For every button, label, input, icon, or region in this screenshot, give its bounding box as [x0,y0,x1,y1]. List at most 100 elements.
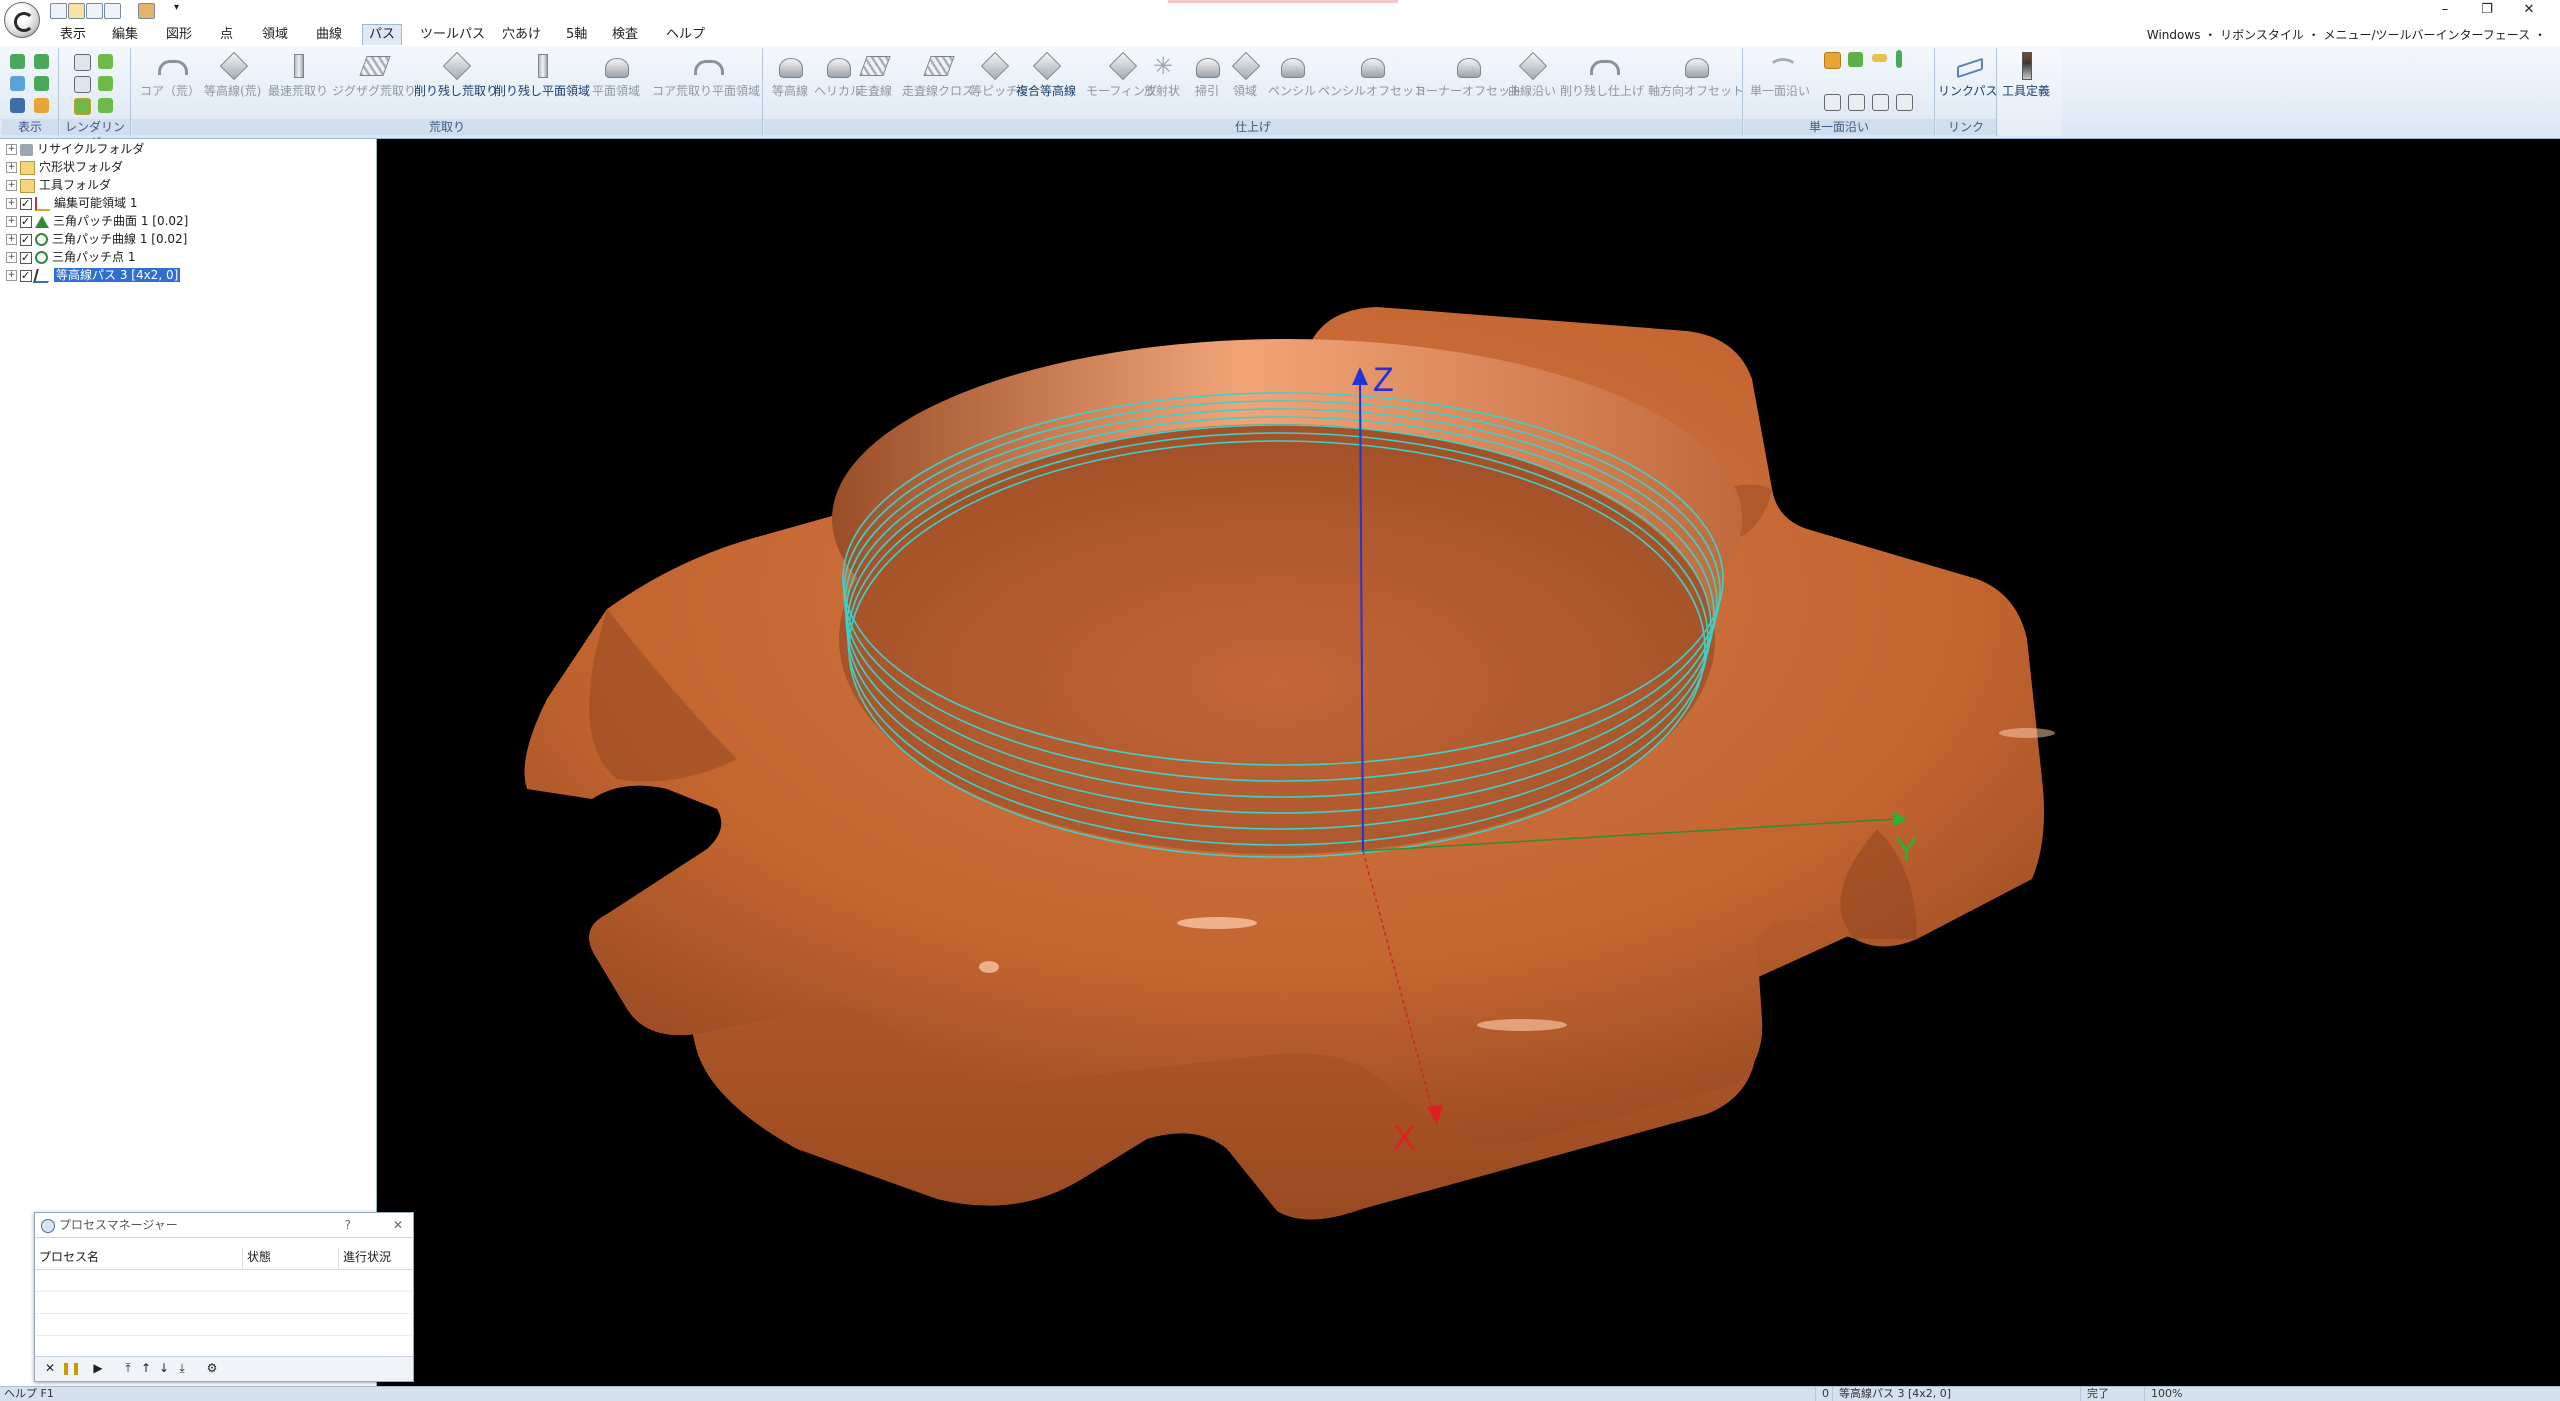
tab-5axis[interactable]: 5軸 [560,25,593,45]
tree-item-patch-point[interactable]: +三角パッチ点 1 [6,249,135,266]
align-icon[interactable] [1824,94,1841,111]
tree-item-patch-surface[interactable]: +三角パッチ曲面 1 [0.02] [6,213,188,230]
contour-rough-button[interactable]: 等高線(荒) [204,52,261,99]
arrow-icon[interactable] [1848,52,1863,67]
app-logo[interactable] [4,2,40,38]
visibility-checkbox[interactable] [20,195,32,212]
view-top-icon[interactable] [10,76,25,91]
tool-definition-button[interactable]: 工具定義 [2002,52,2050,99]
tree-item-recycle[interactable]: + リサイクルフォルダ [6,141,144,158]
core-rough-flat-area-button[interactable]: コア荒取り平面領域 [652,52,760,99]
view-front-icon[interactable] [34,54,49,69]
print-icon[interactable] [104,3,121,19]
rest-flat-area-button[interactable]: 削り残し平面領域 [494,52,590,99]
zoom-fit-icon[interactable] [10,98,25,113]
helical-button[interactable]: ヘリカル [814,52,862,99]
visibility-checkbox[interactable] [20,267,32,284]
zigzag-rough-button[interactable]: ジグザグ荒取り [332,52,416,99]
scanline-cross-button[interactable]: 走査線クロス [902,52,974,99]
hidden-line-icon[interactable] [74,76,91,93]
expand-icon[interactable]: + [6,180,17,191]
open-file-icon[interactable] [68,3,85,19]
tab-drilling[interactable]: 穴あけ [496,25,547,45]
single-surface-button[interactable]: 単一面沿い [1750,52,1810,99]
tab-inspection[interactable]: 検査 [606,25,644,45]
shaded-icon[interactable] [98,54,113,69]
view-side-icon[interactable] [34,76,49,91]
axial-offset-button[interactable]: 軸方向オフセット [1648,52,1744,99]
pencil-offset-button[interactable]: ペンシルオフセット [1318,52,1426,99]
quick-access-menu-icon[interactable]: ▾ [174,2,179,13]
calculator-icon[interactable] [138,3,155,19]
pause-icon[interactable]: ❚❚ [61,1361,81,1375]
expand-icon[interactable]: + [6,216,17,227]
play-icon[interactable]: ▶ [91,1361,105,1375]
save-icon[interactable] [86,3,103,19]
move-tool-icon[interactable] [1824,52,1841,69]
core-rough-button[interactable]: コア（荒） [140,52,200,99]
link-path-button[interactable]: リンクパス [1938,52,1997,99]
constant-pitch-button[interactable]: 等ピッチ [970,52,1018,99]
expand-icon[interactable]: + [6,162,17,173]
tab-path[interactable]: パス [362,24,403,45]
rest-rough-button[interactable]: 削り残し荒取り [414,52,498,99]
move-up-icon[interactable]: ↑ [139,1361,153,1375]
center-icon[interactable] [1848,94,1865,111]
compound-contour-button[interactable]: 複合等高線 [1016,52,1076,99]
render-active-icon[interactable] [74,98,91,115]
tree-item-patch-curve[interactable]: +三角パッチ曲線 1 [0.02] [6,231,187,248]
scanline-button[interactable]: 走査線 [856,52,892,99]
close-button[interactable]: ✕ [2514,2,2544,18]
visibility-checkbox[interactable] [20,249,32,266]
columns-icon[interactable] [1896,94,1913,111]
move-bottom-icon[interactable]: ⤓ [175,1361,189,1375]
corner-offset-button[interactable]: コーナーオフセット [1414,52,1522,99]
3d-viewport[interactable]: Z Y X [377,139,2560,1386]
tab-region[interactable]: 領域 [256,25,294,45]
column-status[interactable]: 状態 [243,1247,339,1269]
shaded-edges-icon[interactable] [98,76,113,91]
settings-icon[interactable]: ⚙ [205,1361,219,1375]
stack-icon[interactable] [1872,94,1889,111]
tree-item-hole-folder[interactable]: + 穴形状フォルダ [6,159,123,176]
help-button[interactable]: ? [345,1213,351,1237]
orientation-icon[interactable] [34,98,49,113]
sweep-button[interactable]: 掃引 [1192,52,1222,99]
rest-finish-button[interactable]: 削り残し仕上げ [1560,52,1644,99]
tree-item-contour-path[interactable]: +等高線パス 3 [4x2, 0] [6,267,181,284]
column-process-name[interactable]: プロセス名 [35,1247,243,1269]
close-panel-button[interactable]: ✕ [393,1213,403,1237]
move-top-icon[interactable]: ⤒ [121,1361,135,1375]
wireframe-icon[interactable] [74,54,91,71]
visibility-checkbox[interactable] [20,213,32,230]
tab-shape[interactable]: 図形 [160,25,198,45]
flat-area-button[interactable]: 平面領域 [592,52,640,99]
viewport-canvas[interactable]: Z Y X [377,139,2560,1386]
process-manager-titlebar[interactable]: プロセスマネージャー ? ✕ [35,1213,413,1238]
cancel-icon[interactable]: ✕ [43,1361,57,1375]
tab-point[interactable]: 点 [214,25,239,45]
visibility-checkbox[interactable] [20,231,32,248]
tree-item-editable-region[interactable]: +編集可能領域 1 [6,195,137,212]
tab-curve[interactable]: 曲線 [310,25,348,45]
expand-icon[interactable]: + [6,198,17,209]
radial-button[interactable]: 放射状 [1144,52,1180,99]
tab-view[interactable]: 表示 [54,25,92,45]
interface-style-selector[interactable]: Windows ・ リボンスタイル ・ メニュー/ツールバーインターフェース ・ [2147,25,2546,45]
tab-edit[interactable]: 編集 [106,25,144,45]
restore-button[interactable]: ❐ [2472,2,2502,18]
minimize-button[interactable]: – [2430,2,2460,18]
contour-finish-button[interactable]: 等高線 [772,52,808,99]
expand-icon[interactable]: + [6,234,17,245]
fastest-rough-button[interactable]: 最速荒取り [268,52,328,99]
expand-icon[interactable]: + [6,270,17,281]
move-down-icon[interactable]: ↓ [157,1361,171,1375]
render-mode-icon[interactable] [98,98,113,113]
vertical-arrow-icon[interactable] [1896,50,1902,68]
new-file-icon[interactable] [50,3,67,19]
tab-toolpath[interactable]: ツールパス [414,25,491,45]
expand-icon[interactable]: + [6,144,17,155]
tree-item-tool-folder[interactable]: + 工具フォルダ [6,177,111,194]
bar-icon[interactable] [1872,54,1887,62]
region-finish-button[interactable]: 領域 [1230,52,1260,99]
